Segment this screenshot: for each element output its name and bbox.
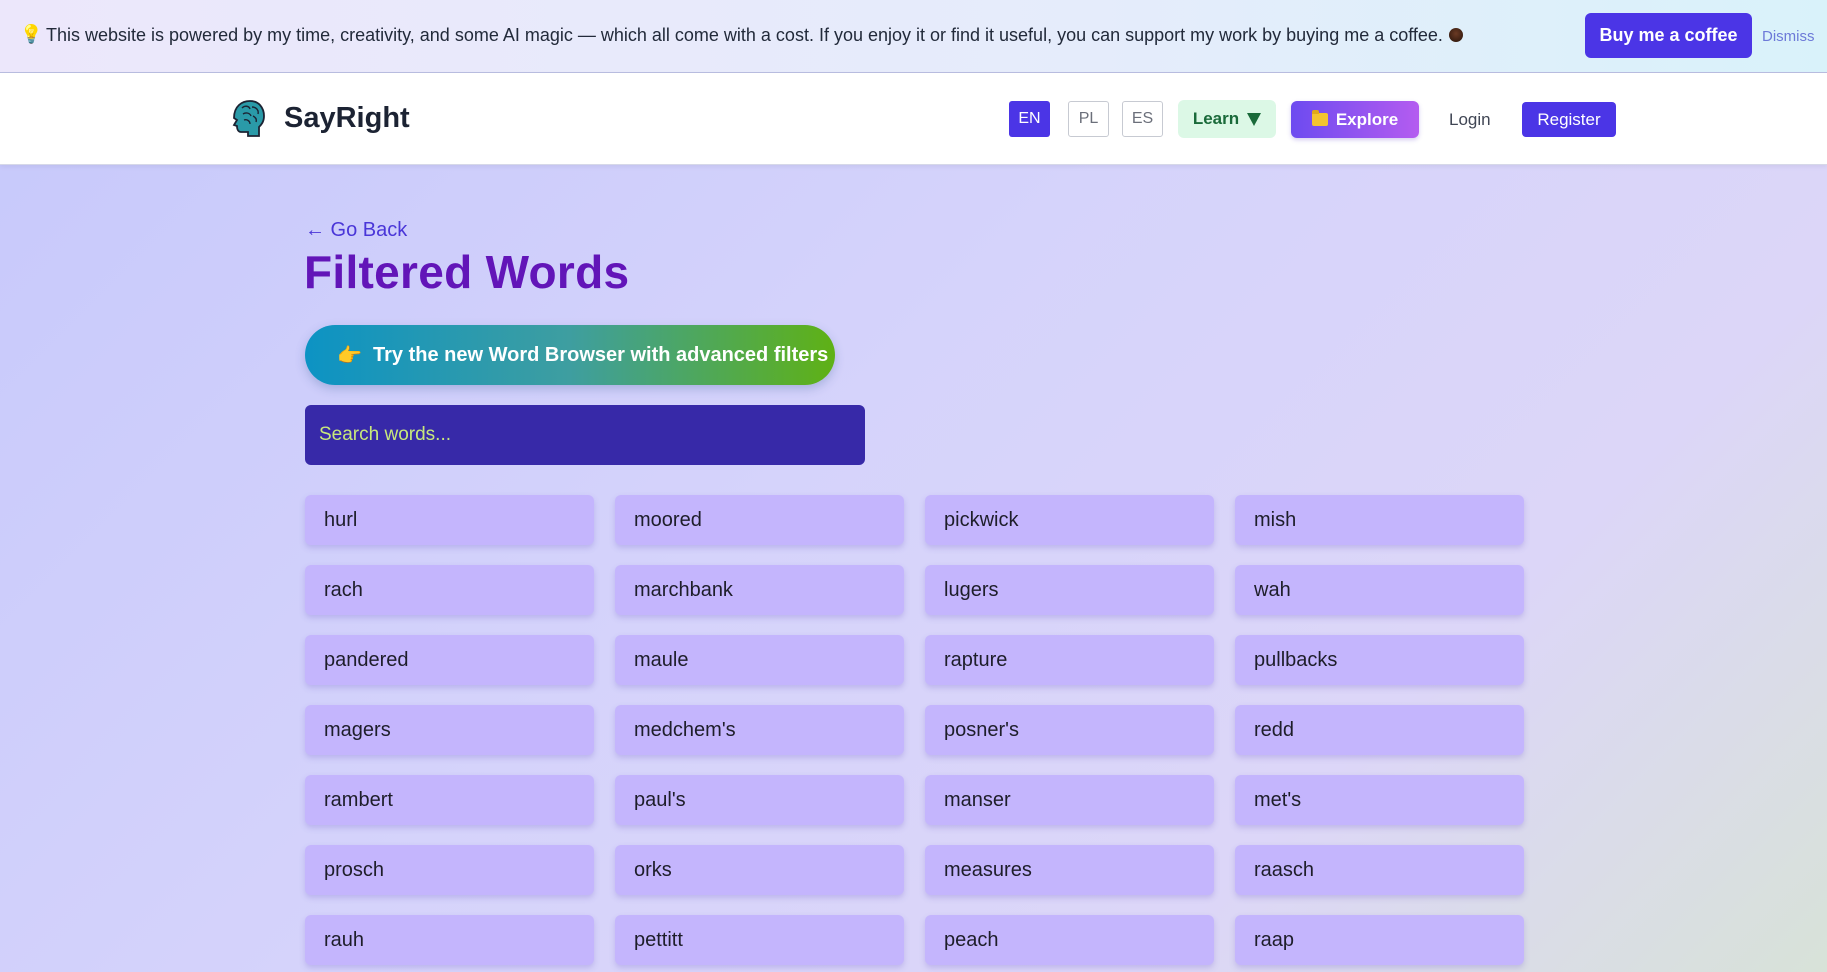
word-card[interactable]: wah — [1235, 565, 1524, 615]
support-banner: 💡 This website is powered by my time, cr… — [0, 0, 1827, 73]
word-card[interactable]: measures — [925, 845, 1214, 895]
learn-dropdown[interactable]: Learn — [1178, 100, 1276, 138]
folder-icon — [1311, 110, 1328, 126]
register-button[interactable]: Register — [1522, 102, 1616, 137]
word-card[interactable]: posner's — [925, 705, 1214, 755]
pointing-hand-icon: 👉 — [337, 344, 362, 367]
top-navbar: SayRight EN PL ES Learn Explore Login Re… — [0, 73, 1827, 165]
language-en-button[interactable]: EN — [1009, 101, 1050, 137]
go-back-link[interactable]: ← Go Back — [305, 219, 407, 242]
word-card[interactable]: peach — [925, 915, 1214, 965]
word-card[interactable]: paul's — [615, 775, 904, 825]
word-card[interactable]: moored — [615, 495, 904, 545]
word-card[interactable]: marchbank — [615, 565, 904, 615]
buy-me-a-coffee-button[interactable]: Buy me a coffee — [1585, 13, 1752, 58]
brain-head-icon[interactable] — [228, 98, 266, 140]
word-card[interactable]: rauh — [305, 915, 594, 965]
word-card[interactable]: rambert — [305, 775, 594, 825]
word-card[interactable]: mish — [1235, 495, 1524, 545]
word-card[interactable]: raap — [1235, 915, 1524, 965]
banner-text: This website is powered by my time, crea… — [46, 25, 1443, 45]
word-card[interactable]: pandered — [305, 635, 594, 685]
brand-name[interactable]: SayRight — [284, 102, 410, 135]
word-card[interactable]: maule — [615, 635, 904, 685]
word-card[interactable]: lugers — [925, 565, 1214, 615]
word-card[interactable]: orks — [615, 845, 904, 895]
word-card[interactable]: manser — [925, 775, 1214, 825]
page-title: Filtered Words — [304, 246, 630, 298]
try-word-browser-button[interactable]: 👉 Try the new Word Browser with advanced… — [305, 325, 835, 385]
word-card[interactable]: raasch — [1235, 845, 1524, 895]
word-card[interactable]: magers — [305, 705, 594, 755]
try-word-browser-label: Try the new Word Browser with advanced f… — [373, 343, 829, 366]
word-card[interactable]: rapture — [925, 635, 1214, 685]
coffee-cup-icon — [1448, 28, 1463, 42]
word-grid: hurl moored pickwick mish rach marchbank… — [305, 495, 1524, 965]
learn-label: Learn — [1192, 109, 1240, 128]
banner-message: This website is powered by my time, crea… — [46, 25, 1463, 46]
word-card[interactable]: pettitt — [615, 915, 904, 965]
login-link[interactable]: Login — [1449, 110, 1491, 130]
word-card[interactable]: pickwick — [925, 495, 1214, 545]
word-card[interactable]: prosch — [305, 845, 594, 895]
explore-button[interactable]: Explore — [1291, 101, 1419, 138]
dismiss-button[interactable]: Dismiss — [1762, 28, 1815, 45]
language-es-button[interactable]: ES — [1122, 101, 1163, 137]
word-card[interactable]: pullbacks — [1235, 635, 1524, 685]
lightbulb-icon: 💡 — [20, 24, 43, 44]
word-card[interactable]: rach — [305, 565, 594, 615]
word-card[interactable]: redd — [1235, 705, 1524, 755]
caret-down-icon — [1247, 112, 1262, 126]
search-input[interactable] — [305, 405, 865, 465]
explore-label: Explore — [1335, 109, 1399, 129]
word-card[interactable]: hurl — [305, 495, 594, 545]
language-pl-button[interactable]: PL — [1068, 101, 1109, 137]
word-card[interactable]: medchem's — [615, 705, 904, 755]
word-card[interactable]: met's — [1235, 775, 1524, 825]
